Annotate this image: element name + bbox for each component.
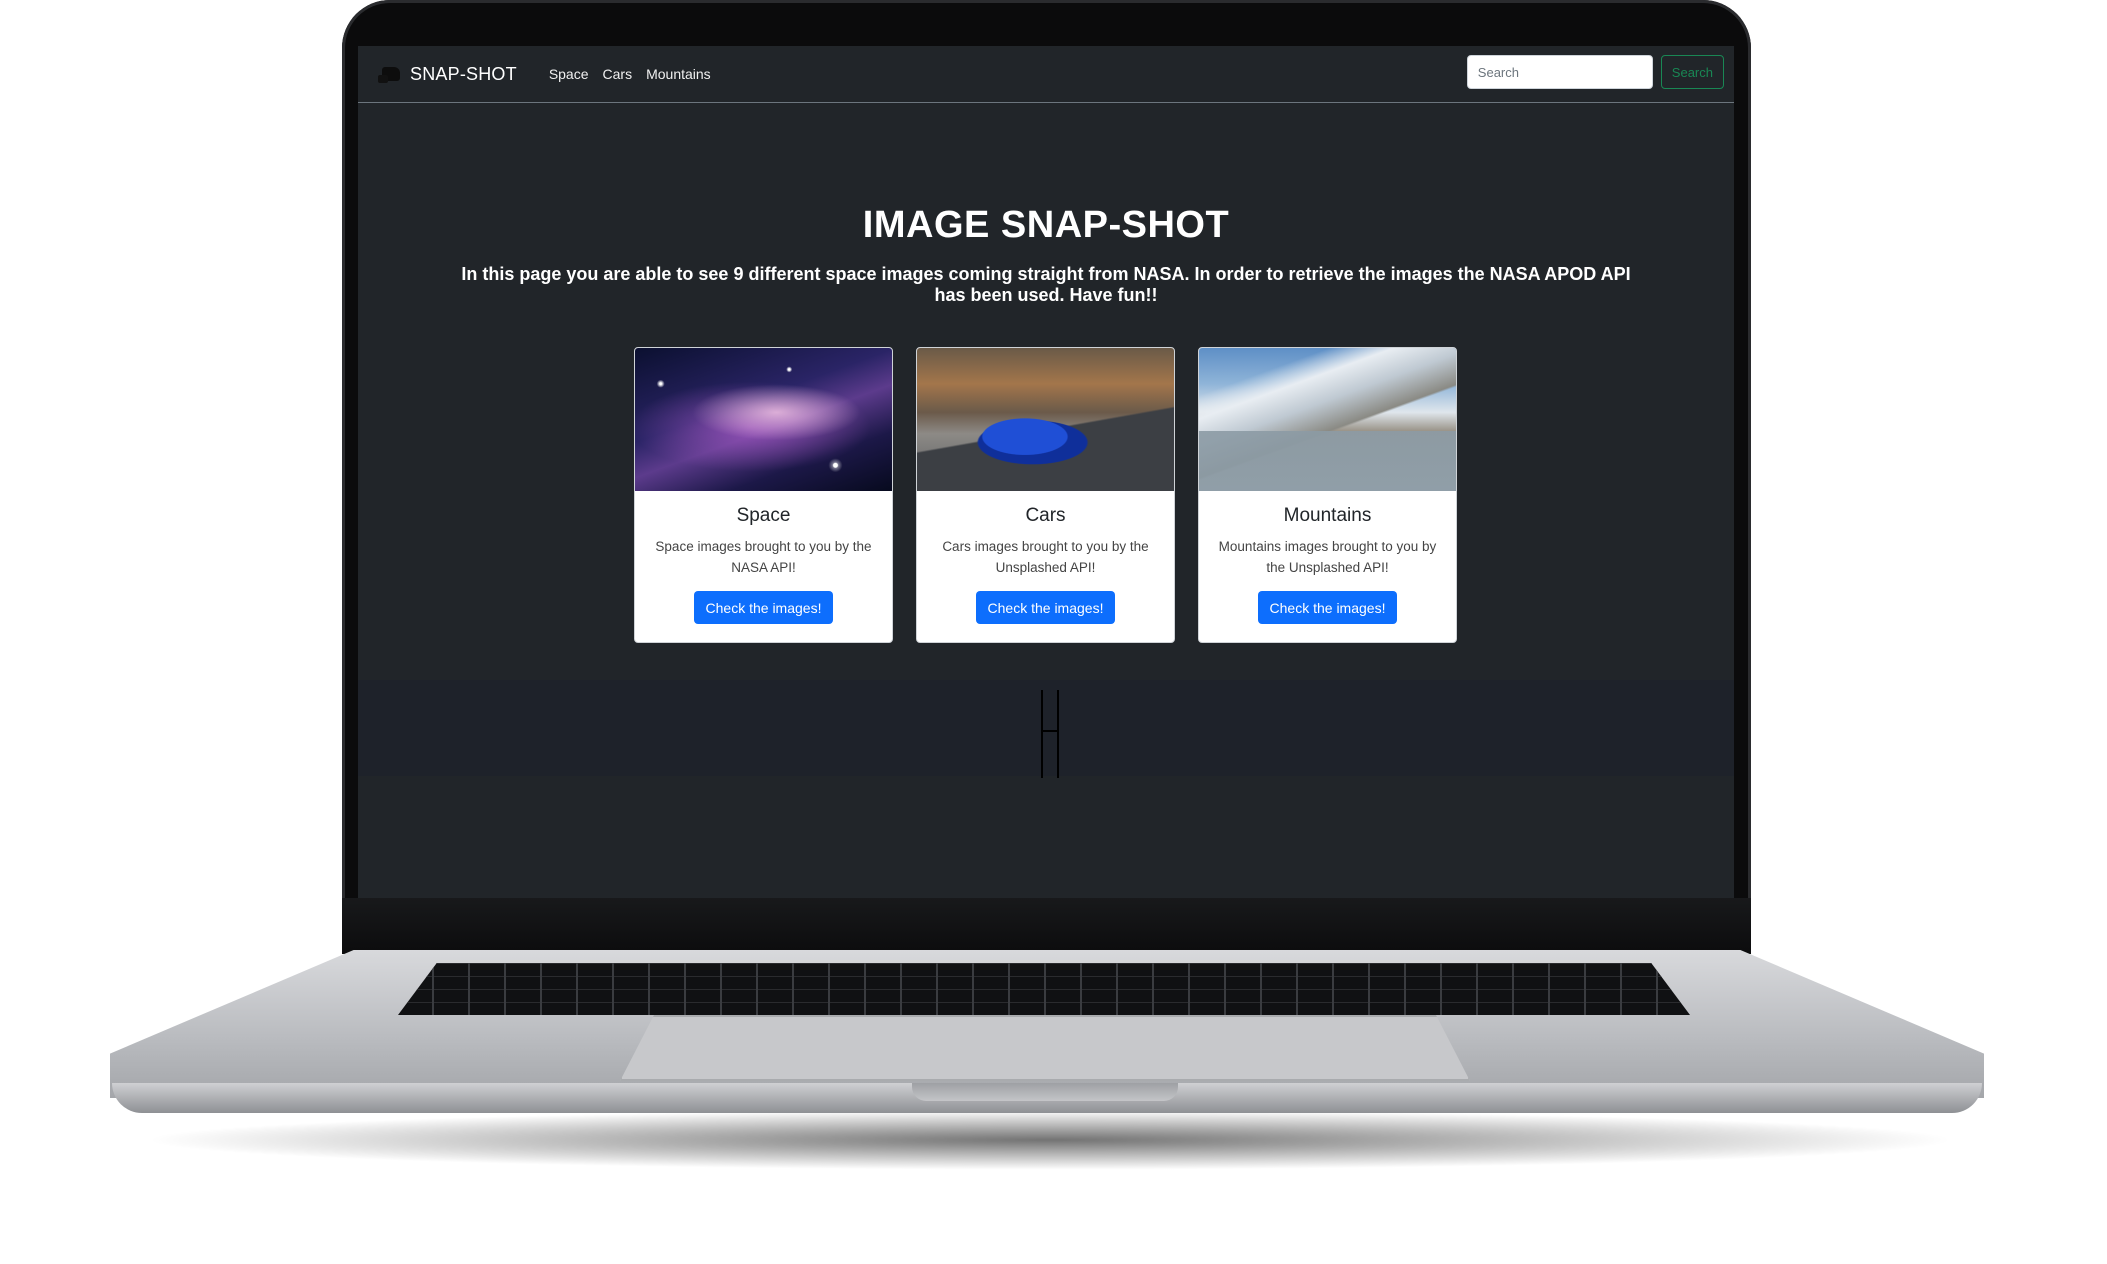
card-cars: Cars Cars images brought to you by the U… bbox=[916, 347, 1175, 643]
laptop-lid-chin bbox=[342, 898, 1751, 954]
nav-links: Space Cars Mountains bbox=[549, 66, 711, 82]
card-title: Space bbox=[736, 505, 791, 526]
category-cards: Space Space images brought to you by the… bbox=[634, 347, 1457, 643]
check-mountains-images-button[interactable]: Check the images! bbox=[1257, 591, 1398, 624]
card-text: Cars images brought to you by the Unspla… bbox=[942, 539, 1149, 575]
check-cars-images-button[interactable]: Check the images! bbox=[975, 591, 1116, 624]
page-title: IMAGE SNAP-SHOT bbox=[862, 204, 1230, 246]
card-text: Mountains images brought to you by the U… bbox=[1218, 539, 1437, 575]
search-input[interactable] bbox=[1466, 55, 1653, 89]
search-button[interactable]: Search bbox=[1660, 55, 1724, 89]
card-text: Space images brought to you by the NASA … bbox=[655, 539, 872, 575]
laptop-keyboard bbox=[398, 963, 1690, 1015]
space-image bbox=[635, 348, 892, 491]
laptop-trackpad bbox=[620, 1015, 1470, 1081]
navbar: SNAP-SHOT Space Cars Mountains Search bbox=[358, 46, 1734, 103]
card-mountains: Mountains Mountains images brought to yo… bbox=[1198, 347, 1457, 643]
decorative-glyph bbox=[1041, 690, 1059, 778]
laptop-notch bbox=[912, 1083, 1178, 1101]
car-image bbox=[917, 348, 1174, 491]
mountain-image bbox=[1199, 348, 1456, 491]
laptop-shadow bbox=[140, 1110, 1960, 1170]
nav-link-mountains[interactable]: Mountains bbox=[646, 66, 711, 82]
page-subtitle: In this page you are able to see 9 diffe… bbox=[461, 264, 1631, 305]
nav-link-cars[interactable]: Cars bbox=[603, 66, 633, 82]
brand-title: SNAP-SHOT bbox=[410, 63, 517, 84]
nav-link-space[interactable]: Space bbox=[549, 66, 589, 82]
camera-operator-icon bbox=[378, 63, 402, 85]
card-space: Space Space images brought to you by the… bbox=[634, 347, 893, 643]
navbar-brand[interactable]: SNAP-SHOT bbox=[378, 63, 517, 85]
search-form: Search bbox=[1466, 55, 1724, 89]
card-title: Cars bbox=[1025, 505, 1066, 526]
card-title: Mountains bbox=[1283, 505, 1372, 526]
check-space-images-button[interactable]: Check the images! bbox=[693, 591, 834, 624]
laptop-screen: SNAP-SHOT Space Cars Mountains Search IM… bbox=[358, 46, 1734, 898]
